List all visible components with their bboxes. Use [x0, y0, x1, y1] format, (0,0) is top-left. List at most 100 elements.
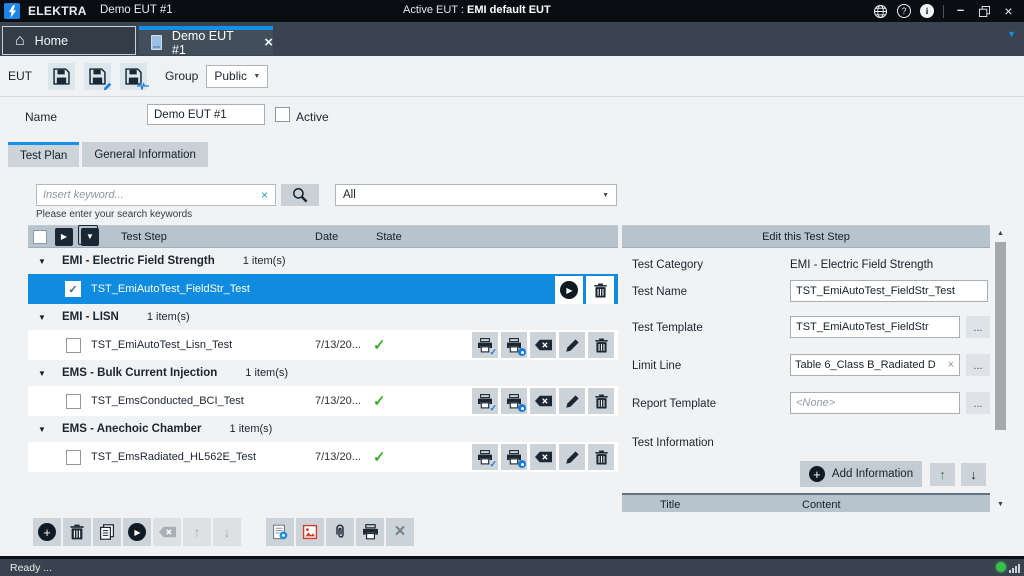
print-report-button[interactable]: ✓: [472, 444, 498, 470]
home-icon: ⌂: [15, 34, 25, 48]
test-template-input[interactable]: [790, 316, 960, 338]
duplicate-button[interactable]: [93, 518, 121, 546]
help-icon[interactable]: ?: [897, 4, 911, 18]
save-button[interactable]: [48, 63, 75, 90]
column-header-test-step[interactable]: Test Step: [121, 231, 167, 243]
test-category-label: Test Category: [632, 259, 703, 271]
collapse-triangle-icon[interactable]: ▼: [38, 425, 48, 434]
restore-button[interactable]: [977, 4, 992, 19]
edit-test-button[interactable]: [559, 388, 585, 414]
vertical-scrollbar[interactable]: ▲ ▼: [992, 225, 1009, 512]
run-button[interactable]: ▶: [123, 518, 151, 546]
scrollbar-thumb[interactable]: [995, 242, 1006, 430]
report-template-input[interactable]: [790, 392, 960, 414]
scroll-up-icon[interactable]: ▲: [992, 226, 1009, 240]
report-settings-button[interactable]: [266, 518, 294, 546]
play-icon: ▶: [560, 281, 578, 299]
down-arrow-icon: ↓: [224, 524, 231, 540]
limit-line-browse-button[interactable]: ...: [966, 354, 990, 376]
limit-line-input[interactable]: [791, 359, 943, 371]
move-up-button[interactable]: ↑: [183, 518, 211, 546]
run-test-button[interactable]: ▶: [555, 276, 583, 304]
clear-results-button[interactable]: [153, 518, 181, 546]
search-clear-icon[interactable]: ×: [254, 188, 275, 202]
collapse-triangle-icon[interactable]: ▼: [38, 257, 48, 266]
tab-home[interactable]: ⌂ Home: [2, 26, 136, 55]
attachment-button[interactable]: [326, 518, 354, 546]
tab-general-information[interactable]: General Information: [82, 142, 208, 167]
tab-close-icon[interactable]: ×: [264, 34, 273, 51]
tab-overflow-caret-icon[interactable]: ▼: [1007, 29, 1016, 39]
search-input[interactable]: [37, 189, 254, 201]
group-row[interactable]: ▼ EMS - Bulk Current Injection 1 item(s): [28, 362, 618, 384]
tab-test-plan[interactable]: Test Plan: [8, 142, 79, 167]
test-template-label: Test Template: [632, 322, 703, 334]
search-button[interactable]: [281, 184, 319, 206]
test-step-row[interactable]: TST_EmsConducted_BCI_Test 7/13/20... ✓ ✓: [28, 386, 618, 416]
clear-results-button[interactable]: [530, 444, 556, 470]
test-name-input[interactable]: [790, 280, 988, 302]
test-step-row[interactable]: TST_EmiAutoTest_Lisn_Test 7/13/20... ✓ ✓: [28, 330, 618, 360]
play-icon: ▶: [128, 523, 146, 541]
name-input[interactable]: [147, 104, 265, 125]
print-button[interactable]: [356, 518, 384, 546]
edit-test-button[interactable]: [559, 332, 585, 358]
print-report-button[interactable]: ✓: [472, 332, 498, 358]
active-eut-label: Active EUT :: [403, 4, 464, 16]
save-with-results-button[interactable]: [120, 63, 147, 90]
keyword-search-field: ×: [36, 184, 276, 206]
collapse-all-icon[interactable]: ▼: [81, 228, 99, 246]
info-icon[interactable]: i: [920, 4, 934, 18]
test-step-row-selected[interactable]: ✓ TST_EmiAutoTest_FieldStr_Test ▶: [28, 274, 618, 304]
collapse-triangle-icon[interactable]: ▼: [38, 369, 48, 378]
tab-demo-eut[interactable]: Demo EUT #1 ×: [139, 26, 273, 55]
eut-device-icon: [151, 35, 162, 50]
delete-test-button[interactable]: [588, 388, 614, 414]
delete-test-button[interactable]: [586, 276, 614, 304]
cancel-button[interactable]: ×: [386, 518, 414, 546]
row-checkbox[interactable]: [66, 450, 81, 465]
report-template-browse-button[interactable]: ...: [966, 392, 990, 414]
select-all-checkbox[interactable]: [33, 230, 47, 244]
delete-test-button[interactable]: [588, 444, 614, 470]
group-row[interactable]: ▼ EMI - LISN 1 item(s): [28, 306, 618, 328]
group-row[interactable]: ▼ EMS - Anechoic Chamber 1 item(s): [28, 418, 618, 440]
add-information-button[interactable]: + Add Information: [800, 461, 922, 487]
delete-button[interactable]: [63, 518, 91, 546]
view-report-button[interactable]: [501, 444, 527, 470]
eut-toolbar: EUT Group Public ▼: [0, 56, 1024, 97]
active-checkbox[interactable]: [275, 107, 290, 122]
scroll-down-icon[interactable]: ▼: [992, 497, 1009, 511]
add-test-button[interactable]: +: [33, 518, 61, 546]
language-globe-icon[interactable]: [873, 4, 888, 19]
group-row[interactable]: ▼ EMI - Electric Field Strength 1 item(s…: [28, 250, 618, 272]
nav-tabstrip: ⌂ Home Demo EUT #1 × ▼: [0, 22, 1024, 56]
row-checkbox[interactable]: [66, 394, 81, 409]
view-report-button[interactable]: [501, 388, 527, 414]
clear-results-button[interactable]: [530, 332, 556, 358]
row-checkbox-checked[interactable]: ✓: [65, 281, 81, 297]
minimize-button[interactable]: –: [953, 2, 968, 17]
column-header-state[interactable]: State: [376, 231, 402, 243]
view-report-button[interactable]: [501, 332, 527, 358]
column-header-date[interactable]: Date: [315, 231, 338, 243]
limit-line-clear-icon[interactable]: ×: [943, 359, 959, 371]
group-dropdown[interactable]: Public ▼: [206, 65, 268, 88]
run-all-icon[interactable]: ▶: [55, 228, 73, 246]
filter-dropdown[interactable]: All ▼: [335, 184, 617, 206]
info-move-up-button[interactable]: ↑: [930, 463, 955, 486]
window-close-button[interactable]: ×: [1001, 4, 1016, 19]
print-report-button[interactable]: ✓: [472, 388, 498, 414]
export-pdf-button[interactable]: [296, 518, 324, 546]
clear-results-button[interactable]: [530, 388, 556, 414]
move-down-button[interactable]: ↓: [213, 518, 241, 546]
name-section: Name Active: [0, 97, 1024, 140]
info-move-down-button[interactable]: ↓: [961, 463, 986, 486]
collapse-triangle-icon[interactable]: ▼: [38, 313, 48, 322]
save-as-button[interactable]: [84, 63, 111, 90]
test-template-browse-button[interactable]: ...: [966, 316, 990, 338]
test-step-row[interactable]: TST_EmsRadiated_HL562E_Test 7/13/20... ✓…: [28, 442, 618, 472]
edit-test-button[interactable]: [559, 444, 585, 470]
delete-test-button[interactable]: [588, 332, 614, 358]
row-checkbox[interactable]: [66, 338, 81, 353]
